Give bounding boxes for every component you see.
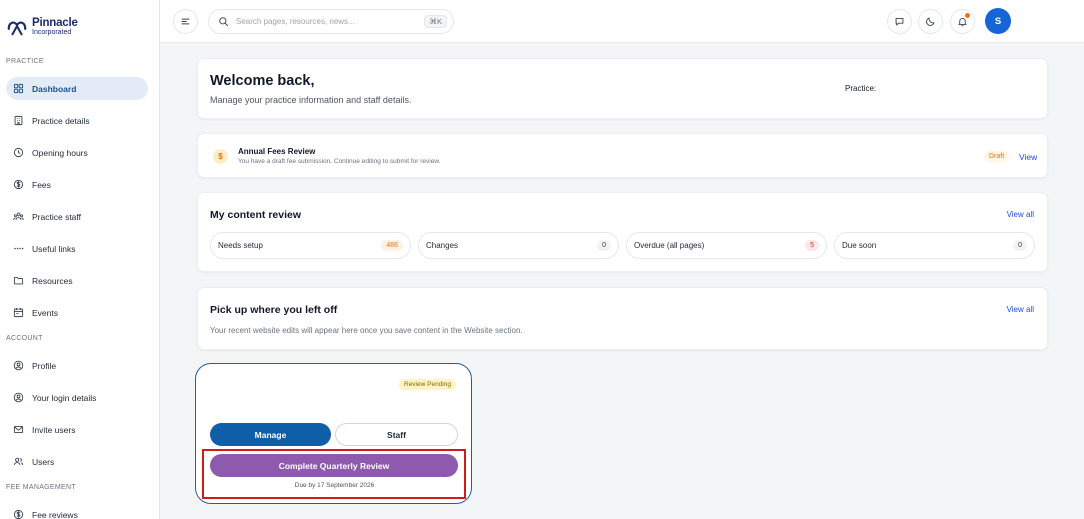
search-input[interactable]: Search pages, resources, news... ⌘K [208,9,454,34]
sidebar-item-label: Fee reviews [32,509,78,519]
notification-dot [965,13,970,18]
grid-icon [13,83,24,94]
calendar-icon [13,308,24,318]
sidebar-item-login-details[interactable]: Your login details [6,386,148,409]
section-label-practice: PRACTICE [6,58,44,65]
practice-label: Practice: [845,84,877,93]
user-circle-icon [13,392,24,403]
sidebar-item-label: Opening hours [32,147,88,158]
dollar-icon: $ [213,149,228,164]
pickup-card: Pick up where you left off View all Your… [197,287,1048,350]
pickup-description: Your recent website edits will appear he… [210,326,523,335]
sidebar-item-label: Profile [32,360,57,371]
mail-icon [13,425,24,434]
review-pill-changes[interactable]: Changes 0 [418,232,619,259]
content-review-title: My content review [210,209,302,221]
messages-button[interactable] [887,9,912,34]
sidebar-item-label: Users [32,456,55,467]
dollar-icon [13,509,24,519]
section-label-fee-management: FEE MANAGEMENT [6,484,76,491]
sidebar-item-invite-users[interactable]: Invite users [6,418,148,441]
sidebar-item-label: Practice staff [32,211,81,222]
moon-icon [926,17,935,26]
clock-icon [13,147,24,158]
sidebar-item-label: Useful links [32,243,76,254]
pill-label: Due soon [842,241,877,250]
content-review-view-all[interactable]: View all [1007,210,1034,219]
search-placeholder: Search pages, resources, news... [236,17,355,26]
review-pill-overdue[interactable]: Overdue (all pages) 5 [626,232,827,259]
pickup-view-all[interactable]: View all [1007,305,1034,314]
pill-count: 0 [597,240,611,251]
sidebar-item-label: Events [32,307,58,318]
welcome-title: Welcome back, [210,73,315,89]
sidebar-item-label: Your login details [32,392,97,403]
content-review-card: My content review View all Needs setup 4… [197,192,1048,272]
chat-icon [895,17,904,26]
team-icon [13,212,24,220]
pickup-title: Pick up where you left off [210,304,338,316]
pill-label: Changes [426,241,459,250]
folder-icon [13,276,24,285]
fees-notice-description: You have a draft fee submission. Continu… [238,158,441,165]
sidebar-item-useful-links[interactable]: Useful links [6,237,148,260]
fees-notice-title: Annual Fees Review [238,147,316,156]
search-icon [219,17,229,27]
review-pill-due-soon[interactable]: Due soon 0 [834,232,1035,259]
sidebar-item-label: Dashboard [32,83,77,94]
menu-icon [181,18,190,25]
building-icon [14,115,23,126]
sidebar-item-label: Practice details [32,115,90,126]
pill-count: 5 [805,240,819,251]
draft-badge: Draft [984,151,1010,162]
pill-label: Overdue (all pages) [634,241,705,250]
theme-toggle-button[interactable] [918,9,943,34]
sidebar-item-events[interactable]: Events [6,301,148,324]
annual-fees-notice: $ Annual Fees Review You have a draft fe… [197,133,1048,178]
dollar-icon [13,179,24,190]
sidebar-item-dashboard[interactable]: Dashboard [6,77,148,100]
sidebar-item-label: Resources [32,275,73,286]
sidebar: Pinnacle Incorporated PRACTICE Dashboard… [0,0,160,519]
sidebar-item-practice-staff[interactable]: Practice staff [6,205,148,228]
brand-logo[interactable]: Pinnacle Incorporated [6,16,78,38]
sidebar-item-label: Invite users [32,424,76,435]
dots-icon [14,247,24,250]
users-icon [13,457,24,466]
sidebar-item-resources[interactable]: Resources [6,269,148,292]
top-bar: Search pages, resources, news... ⌘K S [160,0,1084,43]
pinnacle-logo-icon [7,21,27,36]
sidebar-item-fee-reviews[interactable]: Fee reviews [6,503,148,519]
notifications-button[interactable] [950,9,975,34]
brand-name: Pinnacle [32,16,78,29]
highlight-box [202,449,466,499]
sidebar-item-fees[interactable]: Fees [6,173,148,196]
pill-label: Needs setup [218,241,263,250]
sidebar-item-users[interactable]: Users [6,450,148,473]
user-avatar[interactable]: S [985,8,1011,34]
sidebar-item-practice-details[interactable]: Practice details [6,109,148,132]
search-shortcut-badge: ⌘K [424,15,447,28]
sidebar-item-profile[interactable]: Profile [6,354,148,377]
welcome-card: Welcome back, Manage your practice infor… [197,58,1048,119]
sidebar-item-label: Fees [32,179,51,190]
brand-sub: Incorporated [32,29,72,37]
menu-toggle-button[interactable] [173,9,198,34]
user-circle-icon [13,360,24,371]
fees-view-link[interactable]: View [1019,152,1037,162]
section-label-account: ACCOUNT [6,335,43,342]
welcome-subtitle: Manage your practice information and sta… [210,95,412,105]
sidebar-item-opening-hours[interactable]: Opening hours [6,141,148,164]
manage-button[interactable]: Manage [210,423,331,446]
review-pending-badge: Review Pending [399,379,456,390]
pill-count: 0 [1013,240,1027,251]
staff-button[interactable]: Staff [335,423,458,446]
pill-count: 486 [381,240,403,251]
review-pill-needs-setup[interactable]: Needs setup 486 [210,232,411,259]
